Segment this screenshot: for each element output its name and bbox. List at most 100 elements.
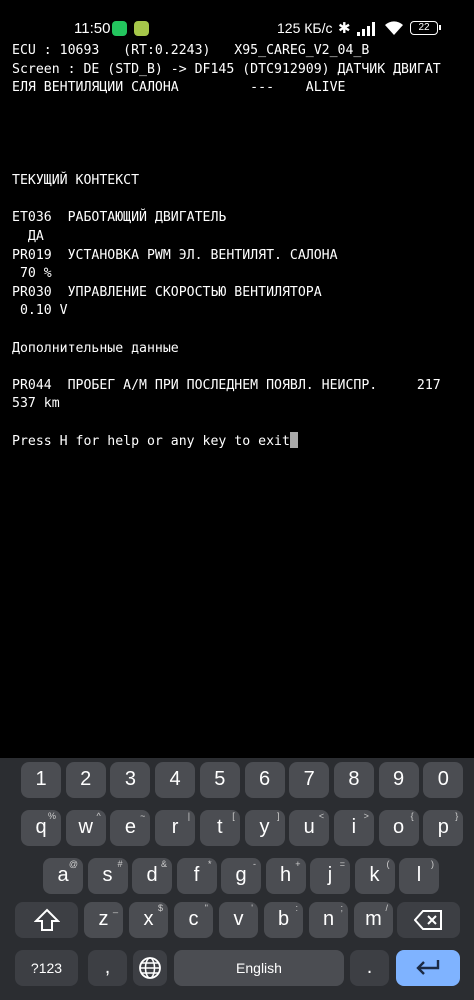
key-a[interactable]: a @ bbox=[43, 858, 83, 894]
key-hint: } bbox=[455, 811, 459, 821]
terminal-line: PR019 УСТАНОВКА PWM ЭЛ. ВЕНТИЛЯТ. САЛОНА bbox=[12, 247, 467, 266]
key-hint: ~ bbox=[140, 811, 146, 821]
key-label: h bbox=[279, 864, 292, 886]
key-8[interactable]: 8 bbox=[333, 762, 374, 798]
key-b[interactable]: b: bbox=[264, 902, 303, 938]
key-label: q bbox=[35, 816, 47, 838]
key-f[interactable]: f * bbox=[176, 858, 217, 894]
key-d[interactable]: d & bbox=[132, 858, 172, 894]
key-1[interactable]: 1 bbox=[21, 762, 61, 798]
key-7[interactable]: 7 bbox=[289, 762, 330, 798]
key-label: x bbox=[143, 908, 154, 930]
cell-signal-icon bbox=[357, 22, 375, 36]
language-key[interactable] bbox=[133, 950, 167, 986]
terminal-output[interactable]: ECU : 10693 (RT:0.2243) X95_CAREG_V2_04_… bbox=[12, 42, 467, 451]
terminal-line-text: ЕЛЯ ВЕНТИЛЯЦИИ САЛОНА --- ALIVE bbox=[12, 80, 346, 96]
key-t[interactable]: t[ bbox=[199, 810, 240, 846]
key-hint: # bbox=[117, 859, 123, 869]
terminal-line-text: PR019 УСТАНОВКА PWM ЭЛ. ВЕНТИЛЯТ. САЛОНА bbox=[12, 247, 338, 263]
key-label: b bbox=[277, 908, 290, 930]
key-x[interactable]: x $ bbox=[129, 902, 168, 938]
key-r[interactable]: r | bbox=[155, 810, 196, 846]
terminal-line-text: Press H for help or any key to exit bbox=[12, 434, 290, 450]
key-n[interactable]: n; bbox=[309, 902, 348, 938]
key-9[interactable]: 9 bbox=[378, 762, 419, 798]
backspace-key[interactable] bbox=[397, 902, 460, 938]
terminal-line-text: Дополнительные данные bbox=[12, 340, 179, 356]
enter-key[interactable] bbox=[396, 950, 460, 986]
key-label: p bbox=[437, 816, 449, 838]
key-6[interactable]: 6 bbox=[244, 762, 285, 798]
key-label: c bbox=[188, 908, 199, 930]
key-hint: > bbox=[363, 811, 369, 821]
app-notification-icon-2 bbox=[134, 21, 149, 36]
key-label: 0 bbox=[437, 768, 449, 790]
key-5[interactable]: 5 bbox=[199, 762, 240, 798]
key-i[interactable]: i > bbox=[333, 810, 374, 846]
key-label: 5 bbox=[214, 768, 226, 790]
key-y[interactable]: y] bbox=[244, 810, 285, 846]
terminal-line-text: ДА bbox=[12, 228, 44, 244]
key-label: o bbox=[393, 816, 405, 838]
key-0[interactable]: 0 bbox=[423, 762, 464, 798]
key-label: 9 bbox=[393, 768, 405, 790]
backspace-icon bbox=[413, 910, 442, 930]
wifi-icon bbox=[385, 21, 403, 35]
key-s[interactable]: s # bbox=[87, 858, 128, 894]
key-hint: ) bbox=[431, 859, 434, 869]
key-w[interactable]: w ^ bbox=[65, 810, 106, 846]
key-hint: ' bbox=[251, 903, 253, 913]
key-label: u bbox=[303, 816, 315, 838]
terminal-line: ЕЛЯ ВЕНТИЛЯЦИИ САЛОНА --- ALIVE bbox=[12, 79, 467, 98]
key-j[interactable]: j = bbox=[310, 858, 350, 894]
key-hint: / bbox=[385, 903, 388, 913]
terminal-line-text: 70 % bbox=[12, 266, 52, 282]
key-hint: - bbox=[253, 859, 256, 869]
key-2[interactable]: 2 bbox=[65, 762, 106, 798]
key-label: k bbox=[369, 864, 380, 886]
enter-icon bbox=[416, 960, 440, 975]
key-v[interactable]: v ' bbox=[219, 902, 258, 938]
comma-key[interactable]: , bbox=[88, 950, 127, 986]
key-hint: + bbox=[295, 859, 301, 869]
key-label: a bbox=[57, 864, 69, 886]
key-label: r bbox=[171, 816, 179, 838]
key-h[interactable]: h + bbox=[265, 858, 306, 894]
status-bar: 11:50 125 КБ/с ✱ 22 bbox=[0, 0, 474, 44]
shift-key[interactable] bbox=[15, 902, 78, 938]
key-label: 6 bbox=[258, 768, 271, 790]
key-o[interactable]: o{ bbox=[378, 810, 419, 846]
key-p[interactable]: p} bbox=[423, 810, 464, 846]
shift-icon bbox=[33, 908, 60, 931]
terminal-line-text: PR030 УПРАВЛЕНИЕ СКОРОСТЬЮ ВЕНТИЛЯТОРА bbox=[12, 284, 322, 300]
key-k[interactable]: k( bbox=[354, 858, 395, 894]
key-z[interactable]: z _ bbox=[84, 902, 123, 938]
key-m[interactable]: m / bbox=[354, 902, 393, 938]
key-label: i bbox=[351, 816, 357, 838]
space-key[interactable]: English bbox=[174, 950, 344, 986]
terminal-line-text: PR044 ПРОБЕГ А/М ПРИ ПОСЛЕДНЕМ ПОЯВЛ. НЕ… bbox=[12, 377, 441, 393]
key-q[interactable]: q% bbox=[21, 810, 61, 846]
key-3[interactable]: 3 bbox=[110, 762, 151, 798]
key-l[interactable]: l) bbox=[399, 858, 439, 894]
symbols-key[interactable]: ?123 bbox=[15, 950, 78, 986]
terminal-line: PR030 УПРАВЛЕНИЕ СКОРОСТЬЮ ВЕНТИЛЯТОРА bbox=[12, 284, 467, 303]
key-hint: " bbox=[204, 903, 208, 913]
key-hint: ; bbox=[340, 903, 343, 913]
key-label: z bbox=[98, 908, 109, 930]
key-label: s bbox=[102, 864, 113, 886]
terminal-line: PR044 ПРОБЕГ А/М ПРИ ПОСЛЕДНЕМ ПОЯВЛ. НЕ… bbox=[12, 377, 467, 396]
terminal-line: ECU : 10693 (RT:0.2243) X95_CAREG_V2_04_… bbox=[12, 42, 467, 61]
key-label: 1 bbox=[35, 768, 47, 790]
key-hint: $ bbox=[157, 903, 163, 913]
key-g[interactable]: g- bbox=[221, 858, 261, 894]
key-hint: [ bbox=[232, 811, 235, 821]
key-u[interactable]: u < bbox=[289, 810, 330, 846]
period-key[interactable]: . bbox=[350, 950, 389, 986]
key-4[interactable]: 4 bbox=[155, 762, 196, 798]
key-c[interactable]: c " bbox=[174, 902, 213, 938]
key-e[interactable]: e ~ bbox=[110, 810, 151, 846]
